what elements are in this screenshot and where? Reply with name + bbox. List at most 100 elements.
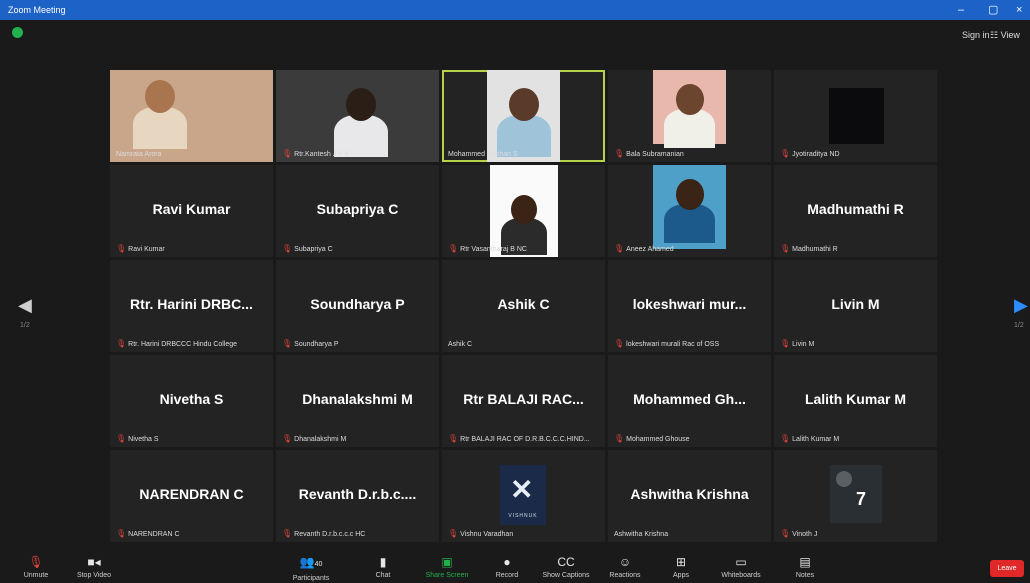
participant-tile[interactable]: ✕ VISHNUK 🎙 Vishnu Varadhan bbox=[442, 450, 605, 542]
participant-tile[interactable]: Namrata Arora bbox=[110, 70, 273, 162]
participant-name-label: 🎙 Subapriya C bbox=[282, 244, 333, 253]
captions-icon: CC bbox=[557, 555, 575, 569]
participant-shoulders bbox=[133, 107, 187, 149]
participant-display-name: Mohammed Gh... bbox=[633, 391, 746, 407]
participant-tile[interactable]: 🎙 Jyotiraditya ND bbox=[774, 70, 937, 162]
participant-name-label: 🎙 Bala Subramanian bbox=[614, 149, 684, 158]
participant-display-name: Rtr. Harini DRBC... bbox=[130, 296, 253, 312]
participant-shoulders bbox=[664, 109, 715, 149]
participants-label: Participants bbox=[292, 575, 330, 582]
participant-name-label: 🎙 Jyotiraditya ND bbox=[780, 149, 840, 158]
participant-name-label: 🎙 Madhumathi R bbox=[780, 244, 838, 253]
whiteboards-button[interactable]: ▭ Whiteboards bbox=[712, 553, 770, 583]
participant-name-text: Namrata Arora bbox=[116, 151, 162, 158]
participant-tile[interactable]: Subapriya C 🎙 Subapriya C bbox=[276, 165, 439, 257]
sign-in-link[interactable]: Sign in bbox=[962, 30, 990, 40]
participant-tile[interactable]: 🎙 Rtr Vasantharaj B NC bbox=[442, 165, 605, 257]
participant-video bbox=[653, 70, 726, 149]
view-button[interactable]: ☷ View bbox=[990, 30, 1020, 41]
participant-tile[interactable]: lokeshwari mur... 🎙 lokeshwari murali Rac … bbox=[608, 260, 771, 352]
video-camera-icon: ■◂ bbox=[87, 555, 101, 569]
leave-button[interactable]: Leave bbox=[990, 560, 1024, 577]
participant-tile[interactable]: Mohammed Subhan S bbox=[442, 70, 605, 162]
participants-count: 40 bbox=[314, 561, 323, 568]
record-button[interactable]: ● Record bbox=[490, 553, 524, 583]
participant-display-name: Dhanalakshmi M bbox=[302, 391, 413, 407]
record-icon: ● bbox=[503, 555, 511, 569]
participant-tile[interactable]: 🎙 Rtr.Kantesh J V K bbox=[276, 70, 439, 162]
participant-name-text: Aneez Ahamed bbox=[626, 246, 674, 253]
participant-video: ✕ VISHNUK bbox=[500, 465, 546, 525]
minimize-icon[interactable]: – bbox=[958, 0, 964, 20]
notes-button[interactable]: ▤ Notes bbox=[790, 553, 820, 583]
participants-button[interactable]: 👥40 Participants bbox=[284, 553, 338, 583]
show-captions-button[interactable]: CC Show Captions bbox=[536, 553, 596, 583]
participant-tile[interactable]: Rtr BALAJI RAC... 🎙 Rtr BALAJI RAC OF D.R.… bbox=[442, 355, 605, 447]
participant-face bbox=[508, 88, 539, 121]
reactions-button[interactable]: ☺ Reactions bbox=[605, 553, 645, 583]
participant-name-label: Namrata Arora bbox=[116, 151, 162, 158]
participant-face bbox=[675, 84, 704, 115]
notes-icon: ▤ bbox=[799, 555, 811, 569]
participant-tile[interactable]: Ashik C Ashik C bbox=[442, 260, 605, 352]
participant-name-label: 🎙 Nivetha S bbox=[116, 434, 159, 443]
next-page-icon[interactable]: ▶ bbox=[1014, 295, 1028, 316]
participant-name-label: 🎙 Ravi Kumar bbox=[116, 244, 165, 253]
participant-video bbox=[110, 70, 273, 162]
participant-display-name: Subapriya C bbox=[316, 201, 399, 217]
participant-name-label: 🎙 Mohammed Ghouse bbox=[614, 434, 690, 443]
participant-tile[interactable]: Lalith Kumar M 🎙 Lalith Kumar M bbox=[774, 355, 937, 447]
chat-button[interactable]: ▮ Chat bbox=[368, 553, 398, 583]
participant-tile[interactable]: Rtr. Harini DRBC... 🎙 Rtr. Harini DRBCCC H… bbox=[110, 260, 273, 352]
participant-tile[interactable]: Soundharya P 🎙 Soundharya P bbox=[276, 260, 439, 352]
participant-tile[interactable]: Nivetha S 🎙 Nivetha S bbox=[110, 355, 273, 447]
participant-name-text: Madhumathi R bbox=[792, 246, 838, 253]
unmute-label: Unmute bbox=[23, 572, 49, 579]
participant-display-name: Ashik C bbox=[497, 296, 550, 312]
participant-tile[interactable]: Ravi Kumar 🎙 Ravi Kumar bbox=[110, 165, 273, 257]
share-screen-icon: ▣ bbox=[441, 555, 453, 569]
participant-display-name: Madhumathi R bbox=[807, 201, 904, 217]
apps-button[interactable]: ⊞ Apps bbox=[666, 553, 696, 583]
muted-mic-icon: 🎙 bbox=[780, 149, 791, 158]
share-screen-button[interactable]: ▣ Share Screen bbox=[420, 553, 474, 583]
participant-name-text: NARENDRAN C bbox=[128, 531, 180, 538]
muted-mic-icon: 🎙 bbox=[282, 339, 293, 348]
player-silhouette bbox=[836, 471, 852, 487]
participant-tile[interactable]: 🎙 Aneez Ahamed bbox=[608, 165, 771, 257]
show-captions-label: Show Captions bbox=[542, 572, 590, 579]
participant-name-text: Mohammed Subhan S bbox=[448, 151, 518, 158]
muted-mic-icon: 🎙 bbox=[780, 434, 791, 443]
window-title: Zoom Meeting bbox=[8, 5, 66, 15]
participant-video bbox=[487, 70, 560, 162]
previous-page-icon[interactable]: ◀ bbox=[18, 295, 32, 316]
participant-tile[interactable]: Dhanalakshmi M 🎙 Dhanalakshmi M bbox=[276, 355, 439, 447]
participant-name-label: Mohammed Subhan S bbox=[448, 151, 518, 158]
unmute-button[interactable]: 🎙 Unmute bbox=[18, 553, 54, 583]
vishnu-logo-icon: ✕ bbox=[510, 474, 534, 505]
participant-name-label: 🎙 lokeshwari murali Rac of OSS bbox=[614, 339, 719, 348]
maximize-icon[interactable]: ▢ bbox=[988, 0, 998, 20]
participant-tile[interactable]: 7 🎙 Vinoth J bbox=[774, 450, 937, 542]
participant-tile[interactable]: Livin M 🎙 Livin M bbox=[774, 260, 937, 352]
participant-display-name: lokeshwari mur... bbox=[632, 296, 747, 312]
participant-tile[interactable]: 🎙 Bala Subramanian bbox=[608, 70, 771, 162]
muted-mic-icon: 🎙 bbox=[780, 529, 791, 538]
muted-mic-icon: 🎙 bbox=[614, 149, 625, 158]
participant-display-name: Ashwitha Krishna bbox=[630, 486, 749, 502]
muted-mic-icon: 🎙 bbox=[780, 339, 791, 348]
participant-tile[interactable]: NARENDRAN C 🎙 NARENDRAN C bbox=[110, 450, 273, 542]
participant-tile[interactable]: Revanth D.r.b.c.... 🎙 Revanth D.r.b.c.c.c … bbox=[276, 450, 439, 542]
participant-name-label: Ashik C bbox=[448, 341, 472, 348]
stop-video-button[interactable]: ■◂ Stop Video bbox=[74, 553, 114, 583]
reactions-icon: ☺ bbox=[618, 555, 632, 569]
participant-tile[interactable]: Madhumathi R 🎙 Madhumathi R bbox=[774, 165, 937, 257]
security-shield-icon[interactable] bbox=[12, 27, 23, 38]
participant-display-name: Lalith Kumar M bbox=[804, 391, 907, 407]
participant-tile[interactable]: Ashwitha Krishna Ashwitha Krishna bbox=[608, 450, 771, 542]
participant-tile[interactable]: Mohammed Gh... 🎙 Mohammed Ghouse bbox=[608, 355, 771, 447]
close-icon[interactable]: × bbox=[1016, 0, 1022, 20]
participant-name-label: 🎙 Rtr BALAJI RAC OF D.R.B.C.C.C.HIND... bbox=[448, 434, 590, 443]
muted-mic-icon: 🎙 bbox=[448, 529, 459, 538]
muted-mic-icon: 🎙 bbox=[282, 244, 293, 253]
